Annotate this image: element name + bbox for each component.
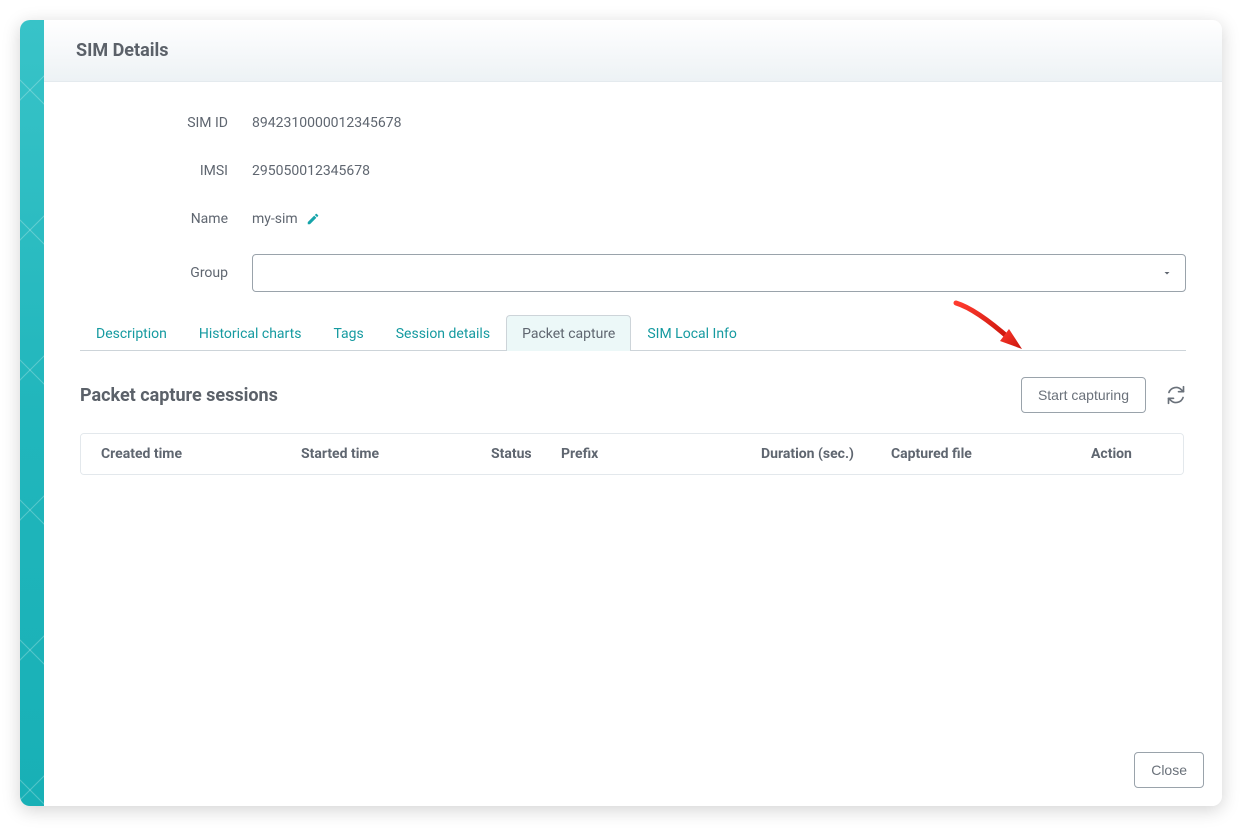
- col-prefix: Prefix: [561, 446, 761, 462]
- tab-tags[interactable]: Tags: [317, 315, 379, 351]
- tabs: Description Historical charts Tags Sessi…: [80, 314, 1186, 351]
- refresh-button[interactable]: [1166, 385, 1186, 405]
- col-captured-file: Captured file: [891, 446, 1091, 462]
- field-group: Group: [80, 254, 1186, 292]
- section-bar: Packet capture sessions Start capturing: [80, 377, 1186, 413]
- group-select[interactable]: [252, 254, 1186, 292]
- table-header-row: Created time Started time Status Prefix …: [81, 434, 1183, 474]
- tab-historical-charts[interactable]: Historical charts: [183, 315, 318, 351]
- tab-sim-local-info[interactable]: SIM Local Info: [631, 315, 753, 351]
- col-created-time: Created time: [101, 446, 301, 462]
- label-imsi: IMSI: [80, 163, 252, 179]
- modal-panel: SIM Details SIM ID 8942310000012345678 I…: [20, 20, 1222, 806]
- edit-name-icon[interactable]: [306, 212, 320, 226]
- col-status: Status: [491, 446, 561, 462]
- tab-packet-capture[interactable]: Packet capture: [506, 315, 631, 351]
- caret-down-icon: [1161, 267, 1173, 279]
- start-capturing-button[interactable]: Start capturing: [1021, 377, 1146, 413]
- tab-session-details[interactable]: Session details: [380, 315, 506, 351]
- panel-footer: Close: [1134, 752, 1204, 788]
- panel-title: SIM Details: [76, 40, 169, 61]
- panel-title-bar: SIM Details: [44, 20, 1222, 82]
- tab-description[interactable]: Description: [80, 315, 183, 351]
- value-sim-id: 8942310000012345678: [252, 115, 1186, 131]
- field-sim-id: SIM ID 8942310000012345678: [80, 110, 1186, 136]
- side-decoration: [20, 20, 44, 806]
- value-imsi: 295050012345678: [252, 163, 1186, 179]
- col-started-time: Started time: [301, 446, 491, 462]
- close-button[interactable]: Close: [1134, 752, 1204, 788]
- value-name: my-sim: [252, 211, 298, 227]
- label-sim-id: SIM ID: [80, 115, 252, 131]
- panel-content: SIM Details SIM ID 8942310000012345678 I…: [44, 20, 1222, 806]
- label-name: Name: [80, 211, 252, 227]
- col-duration: Duration (sec.): [761, 446, 891, 462]
- panel-body: SIM ID 8942310000012345678 IMSI 29505001…: [44, 82, 1222, 806]
- section-title: Packet capture sessions: [80, 385, 1021, 406]
- col-action: Action: [1091, 446, 1163, 462]
- field-imsi: IMSI 295050012345678: [80, 158, 1186, 184]
- sessions-table: Created time Started time Status Prefix …: [80, 433, 1184, 475]
- label-group: Group: [80, 265, 252, 281]
- field-name: Name my-sim: [80, 206, 1186, 232]
